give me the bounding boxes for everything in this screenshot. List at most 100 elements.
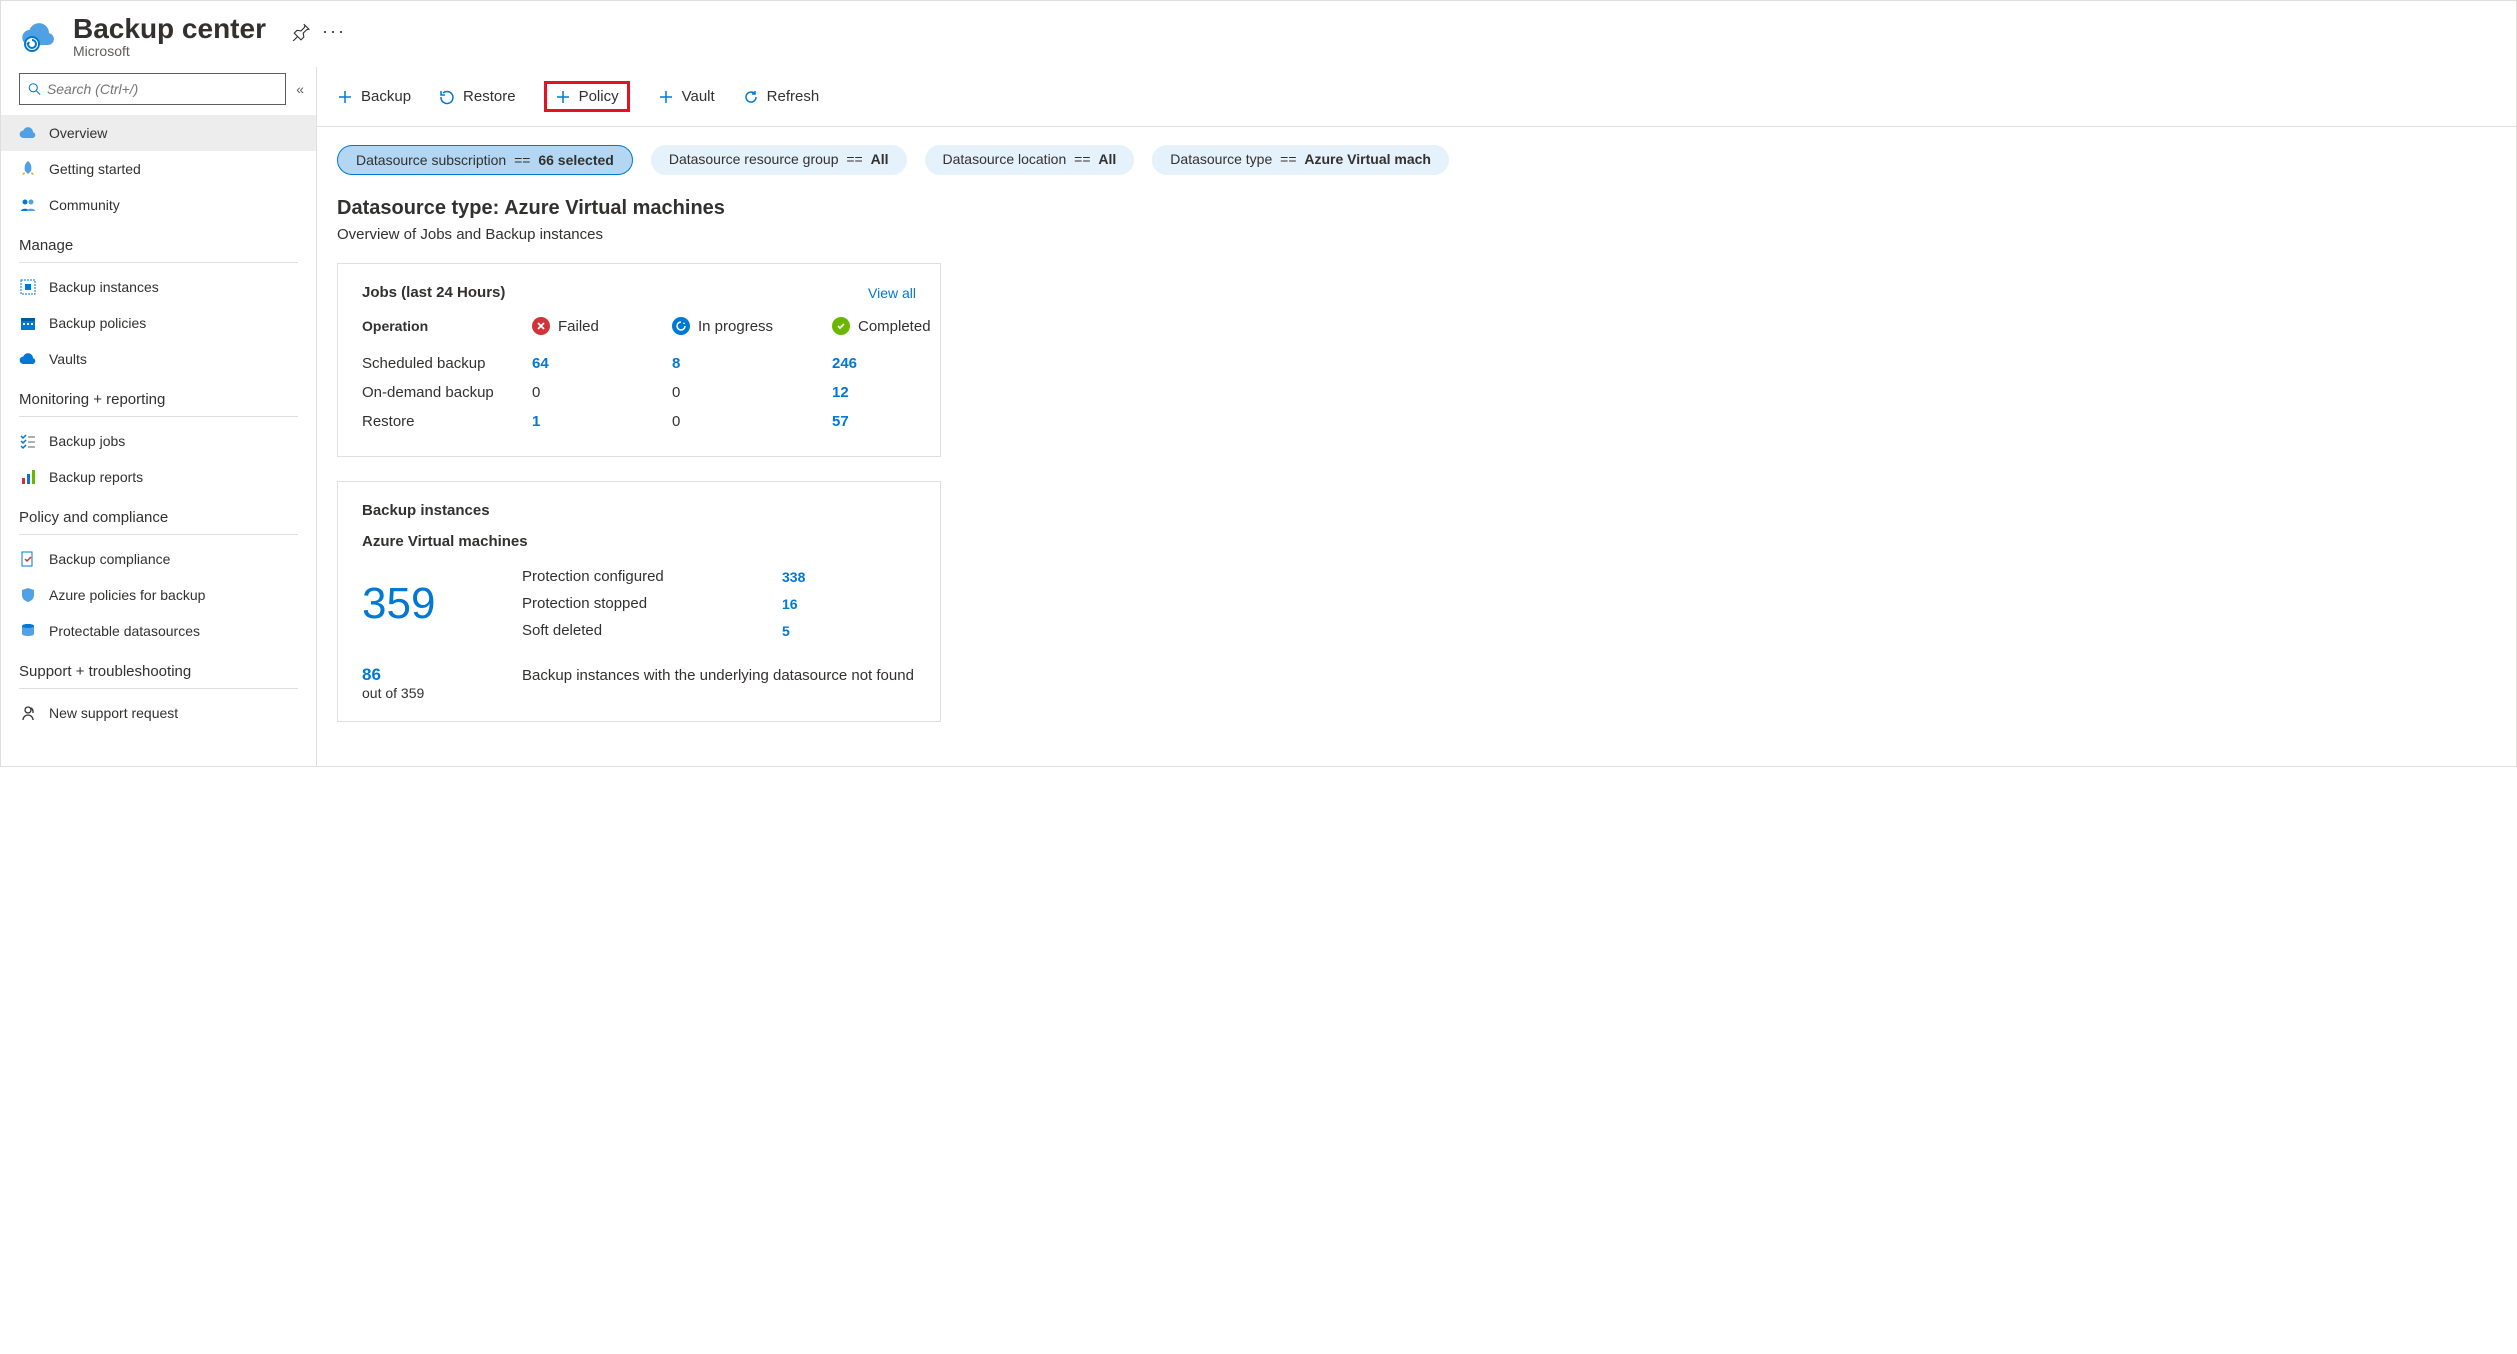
- sidebar-item-backup-jobs[interactable]: Backup jobs: [1, 423, 316, 459]
- search-field[interactable]: [47, 81, 277, 97]
- row-operation: On-demand backup: [362, 384, 532, 401]
- instance-row-label: Protection configured: [522, 568, 782, 585]
- sidebar-item-community[interactable]: Community: [1, 187, 316, 223]
- jobs-row: Restore 1 0 57: [362, 407, 916, 436]
- instance-row-label: Protection stopped: [522, 595, 782, 612]
- sidebar-label: New support request: [49, 705, 178, 721]
- page-title: Backup center: [73, 13, 266, 45]
- filter-value: All: [871, 151, 889, 167]
- people-icon: [19, 196, 37, 214]
- pin-icon[interactable]: [292, 23, 310, 41]
- section-support: Support + troubleshooting: [1, 649, 316, 684]
- row-operation: Scheduled backup: [362, 355, 532, 372]
- filter-op: ==: [846, 151, 862, 167]
- sidebar-label: Protectable datasources: [49, 623, 200, 639]
- shield-icon: [19, 586, 37, 604]
- row-progress[interactable]: 8: [672, 355, 832, 372]
- filter-type[interactable]: Datasource type == Azure Virtual mach: [1152, 145, 1449, 175]
- search-input[interactable]: [19, 73, 286, 105]
- col-in-progress: In progress: [672, 317, 832, 335]
- filter-location[interactable]: Datasource location == All: [925, 145, 1135, 175]
- section-manage: Manage: [1, 223, 316, 258]
- divider: [19, 262, 298, 263]
- sidebar-item-overview[interactable]: Overview: [1, 115, 316, 151]
- checklist-icon: [19, 432, 37, 450]
- toolbar: Backup Restore Policy Vault: [317, 67, 2516, 127]
- col-label: Failed: [558, 318, 599, 335]
- instances-total[interactable]: 359: [362, 579, 522, 629]
- filter-label: Datasource location: [943, 151, 1067, 167]
- toolbar-label: Backup: [361, 88, 411, 105]
- restore-button[interactable]: Restore: [439, 88, 516, 105]
- instances-card-title: Backup instances: [362, 502, 916, 519]
- policy-button[interactable]: Policy: [544, 81, 630, 112]
- plus-icon: [555, 89, 571, 105]
- sidebar-item-backup-reports[interactable]: Backup reports: [1, 459, 316, 495]
- progress-icon: [672, 317, 690, 335]
- col-completed: Completed: [832, 317, 952, 335]
- row-completed[interactable]: 246: [832, 355, 952, 372]
- cloud-icon: [19, 124, 37, 142]
- section-policy: Policy and compliance: [1, 495, 316, 530]
- not-found-text: Backup instances with the underlying dat…: [522, 665, 922, 686]
- vault-button[interactable]: Vault: [658, 88, 715, 105]
- row-failed: 0: [532, 384, 672, 401]
- sidebar-item-backup-compliance[interactable]: Backup compliance: [1, 541, 316, 577]
- undo-icon: [439, 89, 455, 105]
- filter-label: Datasource subscription: [356, 152, 506, 168]
- sidebar-item-backup-instances[interactable]: Backup instances: [1, 269, 316, 305]
- instance-row-value[interactable]: 5: [782, 623, 882, 639]
- sidebar-label: Backup jobs: [49, 433, 125, 449]
- sidebar-item-getting-started[interactable]: Getting started: [1, 151, 316, 187]
- calendar-icon: [19, 314, 37, 332]
- not-found-outof: out of 359: [362, 685, 522, 701]
- sidebar-item-azure-policies[interactable]: Azure policies for backup: [1, 577, 316, 613]
- sidebar-item-backup-policies[interactable]: Backup policies: [1, 305, 316, 341]
- toolbar-label: Vault: [682, 88, 715, 105]
- filter-op: ==: [1280, 151, 1296, 167]
- filter-op: ==: [514, 152, 530, 168]
- filter-resource-group[interactable]: Datasource resource group == All: [651, 145, 907, 175]
- sidebar-label: Backup instances: [49, 279, 159, 295]
- chart-icon: [19, 468, 37, 486]
- sidebar-item-vaults[interactable]: Vaults: [1, 341, 316, 377]
- page-header: Backup center Microsoft ···: [1, 1, 2516, 67]
- instances-subtitle: Azure Virtual machines: [362, 533, 916, 550]
- row-operation: Restore: [362, 413, 532, 430]
- more-icon[interactable]: ···: [322, 21, 346, 42]
- row-failed[interactable]: 1: [532, 413, 672, 430]
- doc-check-icon: [19, 550, 37, 568]
- section-monitoring: Monitoring + reporting: [1, 377, 316, 412]
- datasource-title: Datasource type: Azure Virtual machines: [337, 197, 2496, 220]
- row-failed[interactable]: 64: [532, 355, 672, 372]
- instance-row-value[interactable]: 338: [782, 569, 882, 585]
- col-label: Completed: [858, 318, 931, 335]
- vault-icon: [19, 350, 37, 368]
- sidebar-item-protectable[interactable]: Protectable datasources: [1, 613, 316, 649]
- sidebar-label: Vaults: [49, 351, 87, 367]
- view-all-link[interactable]: View all: [868, 285, 916, 301]
- refresh-button[interactable]: Refresh: [743, 88, 820, 105]
- filter-subscription[interactable]: Datasource subscription == 66 selected: [337, 145, 633, 175]
- filter-op: ==: [1074, 151, 1090, 167]
- filter-label: Datasource type: [1170, 151, 1272, 167]
- jobs-card: Jobs (last 24 Hours) View all Operation …: [337, 263, 941, 457]
- sidebar-label: Backup policies: [49, 315, 146, 331]
- col-failed: Failed: [532, 317, 672, 335]
- rocket-icon: [19, 160, 37, 178]
- filter-label: Datasource resource group: [669, 151, 839, 167]
- backup-center-icon: [21, 17, 57, 53]
- collapse-sidebar-icon[interactable]: «: [296, 81, 304, 97]
- row-completed[interactable]: 12: [832, 384, 952, 401]
- main-content: Backup Restore Policy Vault: [317, 67, 2516, 766]
- backup-button[interactable]: Backup: [337, 88, 411, 105]
- filter-value: 66 selected: [538, 152, 614, 168]
- sidebar-label: Backup compliance: [49, 551, 170, 567]
- sidebar-label: Backup reports: [49, 469, 143, 485]
- jobs-card-title: Jobs (last 24 Hours): [362, 284, 505, 301]
- datasource-subtitle: Overview of Jobs and Backup instances: [337, 226, 2496, 243]
- not-found-count[interactable]: 86: [362, 665, 522, 685]
- sidebar-item-new-support-request[interactable]: New support request: [1, 695, 316, 731]
- instance-row-value[interactable]: 16: [782, 596, 882, 612]
- row-completed[interactable]: 57: [832, 413, 952, 430]
